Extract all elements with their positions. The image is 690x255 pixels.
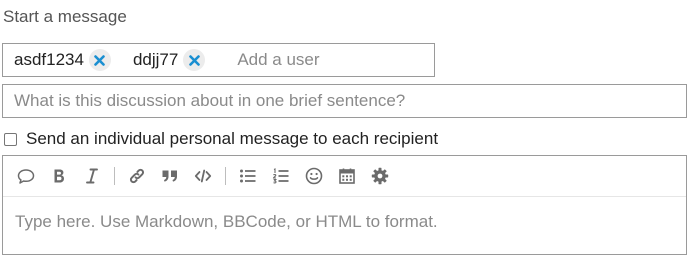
options-button[interactable] xyxy=(369,165,391,187)
blockquote-icon xyxy=(162,170,177,182)
calendar-icon xyxy=(339,168,355,184)
gear-icon xyxy=(371,167,389,185)
user-chip: asdf1234 xyxy=(14,49,111,71)
editor-toolbar xyxy=(3,156,686,197)
remove-user-button[interactable] xyxy=(183,49,206,71)
quote-icon xyxy=(17,169,35,184)
bullet-list-button[interactable] xyxy=(237,165,259,187)
italic-icon xyxy=(86,168,98,184)
user-chip-name: asdf1234 xyxy=(14,50,84,69)
calendar-button[interactable] xyxy=(336,165,358,187)
toolbar-divider xyxy=(225,167,226,185)
user-chip: ddjj77 xyxy=(132,49,206,71)
toolbar-divider xyxy=(114,167,115,185)
italic-button[interactable] xyxy=(81,165,103,187)
bold-icon xyxy=(54,169,64,183)
subject-input[interactable] xyxy=(2,84,687,118)
quote-button[interactable] xyxy=(15,165,37,187)
code-icon xyxy=(194,169,212,183)
emoji-button[interactable] xyxy=(303,165,325,187)
bold-button[interactable] xyxy=(48,165,70,187)
message-editor xyxy=(2,155,687,255)
link-icon xyxy=(129,168,145,184)
close-icon xyxy=(189,54,200,66)
code-button[interactable] xyxy=(192,165,214,187)
link-button[interactable] xyxy=(126,165,148,187)
recipients-field[interactable]: asdf1234 ddjj77 xyxy=(2,43,435,77)
blockquote-button[interactable] xyxy=(159,165,181,187)
message-body-input[interactable] xyxy=(15,212,665,236)
numbered-list-button[interactable] xyxy=(270,165,292,187)
user-chip-name: ddjj77 xyxy=(132,50,179,69)
close-icon xyxy=(94,54,106,66)
individual-message-label[interactable]: Send an individual personal message to e… xyxy=(26,128,438,150)
bullet-list-icon xyxy=(240,169,256,183)
individual-message-option: Send an individual personal message to e… xyxy=(4,128,438,150)
add-user-input[interactable] xyxy=(237,50,388,70)
page-title: Start a message xyxy=(3,7,127,26)
emoji-icon xyxy=(305,167,323,185)
individual-message-checkbox[interactable] xyxy=(4,132,17,146)
remove-user-button[interactable] xyxy=(88,49,111,71)
numbered-list-icon xyxy=(272,168,289,184)
